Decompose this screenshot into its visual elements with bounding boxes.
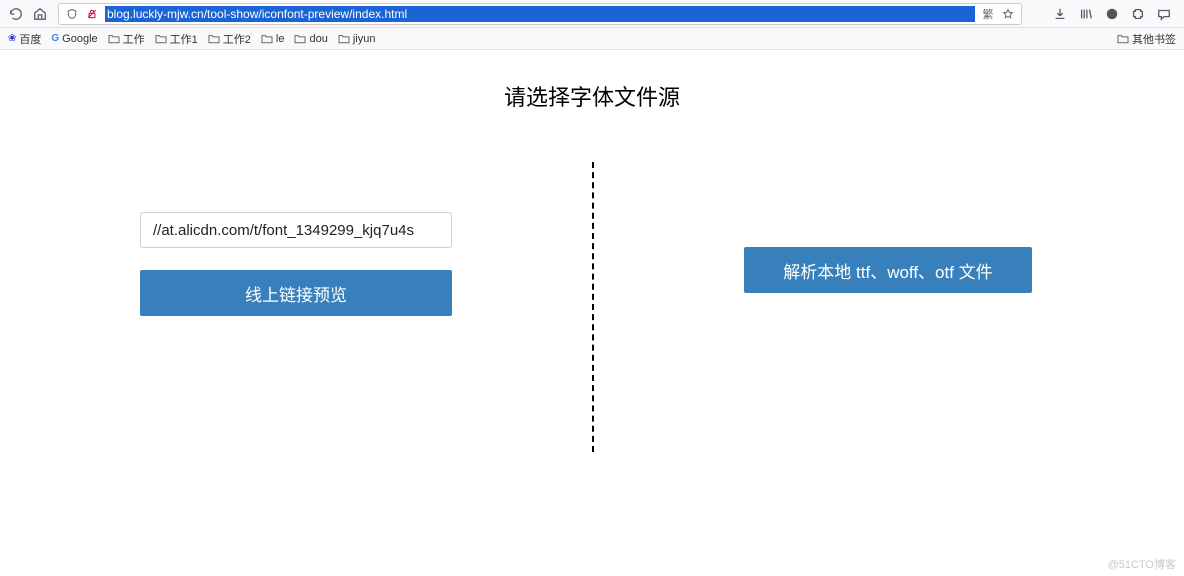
other-bookmarks[interactable]: 其他书签 [1117,31,1176,47]
left-column: 线上链接预览 [0,162,592,462]
extension-circle-icon[interactable] [1104,6,1120,22]
shield-icon [65,7,79,21]
right-column: 解析本地 ttf、woff、otf 文件 [592,162,1184,462]
download-icon[interactable] [1052,6,1068,22]
bookmarks-bar: ❀ 百度 G Google 工作 工作1 工作2 le dou jiyun 其他… [0,28,1184,50]
bookmark-folder-work1[interactable]: 工作1 [155,31,198,47]
folder-icon [338,34,350,44]
folder-icon [294,34,306,44]
bookmark-label: jiyun [353,33,376,45]
bookmark-label: dou [309,33,327,45]
folder-icon [155,34,167,44]
chat-icon[interactable] [1156,6,1172,22]
folder-icon [208,34,220,44]
bookmark-folder-work[interactable]: 工作 [108,31,145,47]
bookmark-star-icon[interactable] [1001,7,1015,21]
browser-toolbar: blog.luckly-mjw.cn/tool-show/iconfont-pr… [0,0,1184,28]
home-icon[interactable] [32,6,48,22]
bookmark-label: 工作1 [170,31,198,47]
other-bookmarks-label: 其他书签 [1132,31,1176,47]
divider [592,162,594,452]
baidu-icon: ❀ [8,33,16,44]
parse-local-button[interactable]: 解析本地 ttf、woff、otf 文件 [744,247,1032,293]
refresh-icon[interactable] [8,6,24,22]
bookmark-label: Google [62,33,97,45]
bookmark-label: 工作2 [223,31,251,47]
bookmark-label: 百度 [19,31,41,47]
folder-icon [108,34,120,44]
extensions-icon[interactable] [1130,6,1146,22]
bookmark-baidu[interactable]: ❀ 百度 [8,31,41,47]
google-icon: G [51,33,59,44]
page-content: 请选择字体文件源 线上链接预览 解析本地 ttf、woff、otf 文件 [0,50,1184,462]
page-title: 请选择字体文件源 [0,80,1184,112]
font-url-input[interactable] [140,212,452,248]
url-text[interactable]: blog.luckly-mjw.cn/tool-show/iconfont-pr… [105,6,975,22]
preview-button[interactable]: 线上链接预览 [140,270,452,316]
bookmark-google[interactable]: G Google [51,33,97,45]
bookmark-label: le [276,33,285,45]
bookmark-label: 工作 [123,31,145,47]
bookmark-folder-jiyun[interactable]: jiyun [338,33,376,45]
library-icon[interactable] [1078,6,1094,22]
toolbar-right [1052,6,1176,22]
folder-icon [1117,34,1129,44]
bookmark-folder-le[interactable]: le [261,33,285,45]
url-bar[interactable]: blog.luckly-mjw.cn/tool-show/iconfont-pr… [58,3,1022,25]
bookmark-folder-dou[interactable]: dou [294,33,327,45]
reader-icon[interactable]: 繁 [981,7,995,21]
columns: 线上链接预览 解析本地 ttf、woff、otf 文件 [0,162,1184,462]
folder-icon [261,34,273,44]
watermark: @51CTO博客 [1108,556,1176,572]
lock-broken-icon [85,7,99,21]
bookmark-folder-work2[interactable]: 工作2 [208,31,251,47]
